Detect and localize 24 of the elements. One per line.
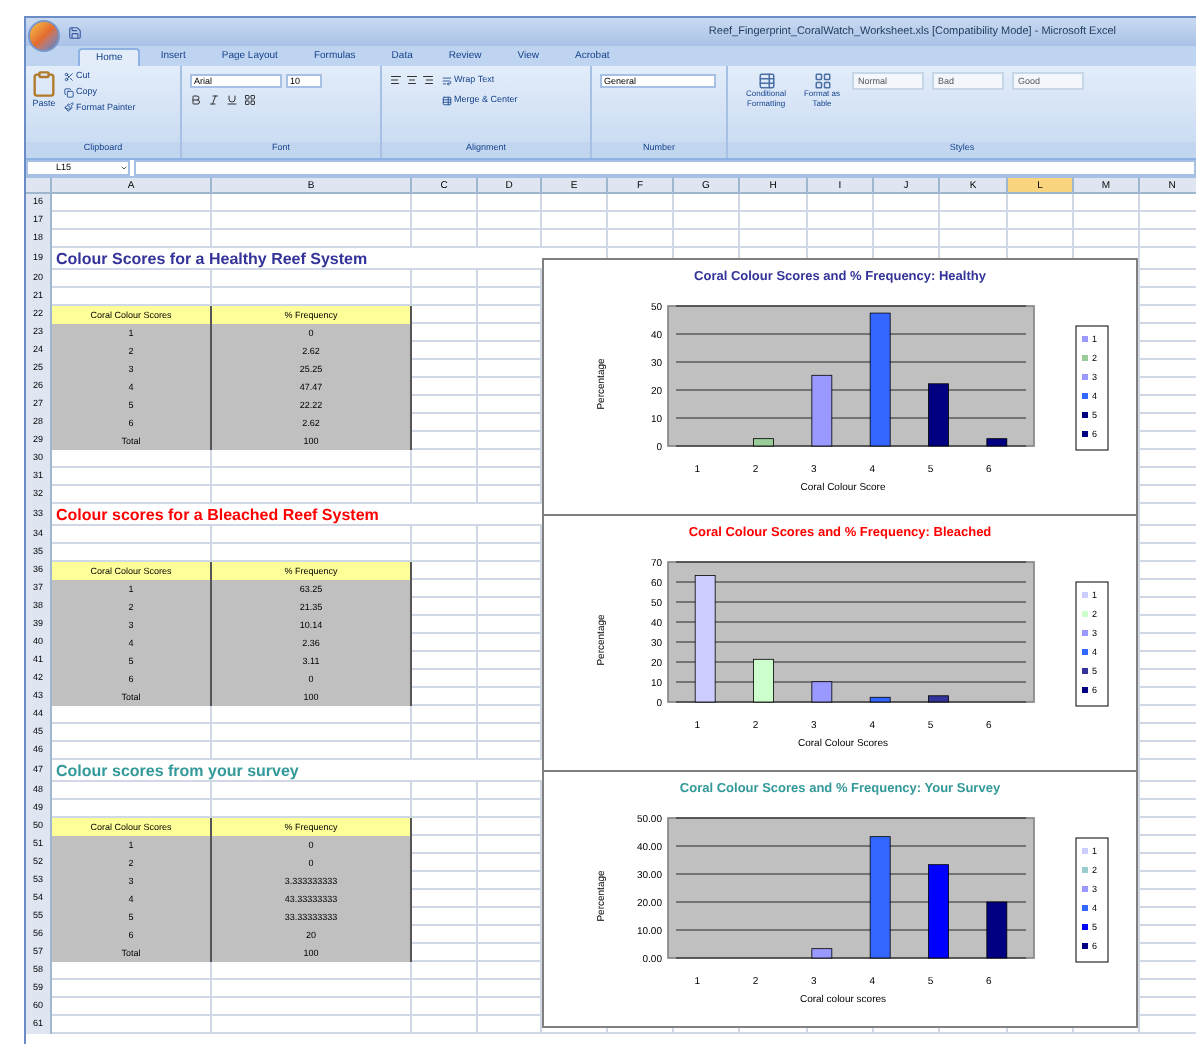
borders-icon[interactable] (244, 94, 256, 106)
copy-icon (64, 87, 74, 98)
bold-icon[interactable] (190, 94, 202, 106)
chart-legend (1075, 836, 1109, 962)
grid-icon (813, 72, 831, 90)
underline-icon[interactable] (226, 94, 238, 106)
table-icon (757, 72, 775, 90)
section-title: Colour Scores for a Healthy Reef System (56, 250, 368, 268)
align-right-icon[interactable] (422, 74, 434, 86)
align-left-icon[interactable] (390, 74, 402, 86)
formula-input[interactable] (134, 160, 1196, 176)
paintbrush-icon (64, 102, 74, 113)
chart-legend (1075, 580, 1109, 706)
scissors-icon (64, 71, 74, 82)
office-button[interactable] (28, 20, 60, 52)
table-icon (442, 95, 452, 106)
wrap-text-icon (442, 75, 452, 86)
chart-legend (1075, 324, 1109, 450)
clipboard-icon (30, 70, 58, 98)
italic-icon[interactable] (208, 94, 220, 106)
save-icon[interactable] (68, 25, 82, 39)
section-title: Colour scores from your survey (56, 762, 299, 780)
align-center-icon[interactable] (406, 74, 418, 86)
section-title: Colour scores for a Bleached Reef System (56, 506, 379, 524)
